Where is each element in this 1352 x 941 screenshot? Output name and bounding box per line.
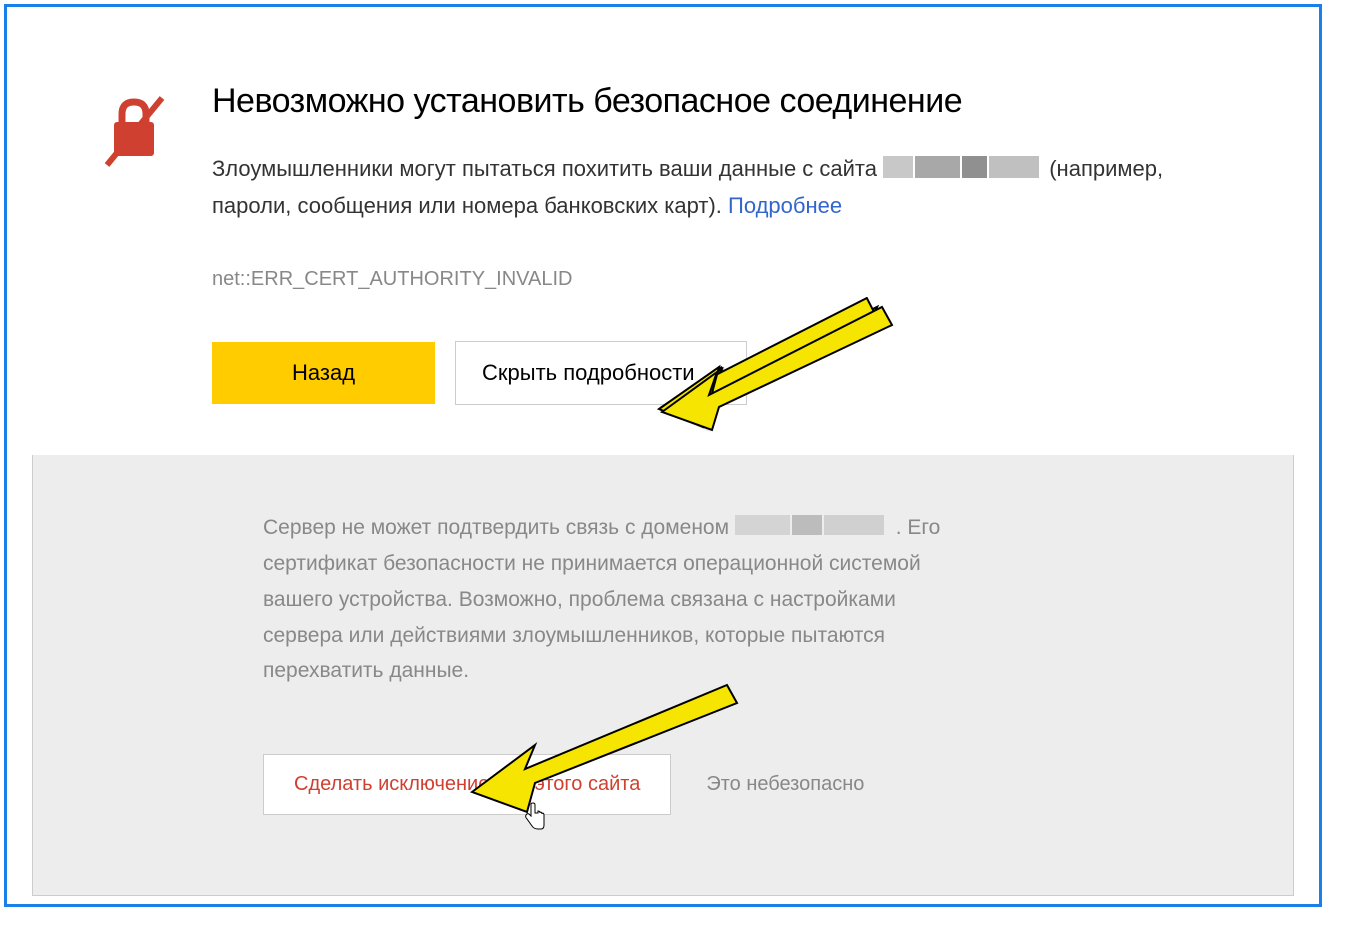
make-exception-button[interactable]: Сделать исключение для этого сайта [263,754,671,815]
triangle-up-icon: ▲ [707,365,721,381]
details-prefix: Сервер не может подтвердить связь с доме… [263,516,729,539]
unsafe-warning: Это небезопасно [706,773,864,796]
warning-prefix: Злоумышленники могут пытаться похитить в… [212,156,883,181]
redacted-domain [883,153,1043,188]
security-error-page: Невозможно установить безопасное соедине… [4,4,1322,907]
learn-more-link[interactable]: Подробнее [728,193,842,218]
back-button[interactable]: Назад [212,342,435,404]
error-code: net::ERR_CERT_AUTHORITY_INVALID [212,268,1179,291]
redacted-domain-details [735,511,890,547]
main-error-section: Невозможно установить безопасное соедине… [7,7,1319,455]
hide-details-label: Скрыть подробности [482,360,695,386]
warning-message: Злоумышленники могут пытаться похитить в… [212,151,1179,223]
details-message: Сервер не может подтвердить связь с доме… [263,510,943,689]
insecure-lock-icon [97,90,172,175]
details-section: Сервер не может подтвердить связь с доме… [32,455,1294,896]
error-title: Невозможно установить безопасное соедине… [212,82,1179,121]
hide-details-button[interactable]: Скрыть подробности ▲ [455,341,747,405]
